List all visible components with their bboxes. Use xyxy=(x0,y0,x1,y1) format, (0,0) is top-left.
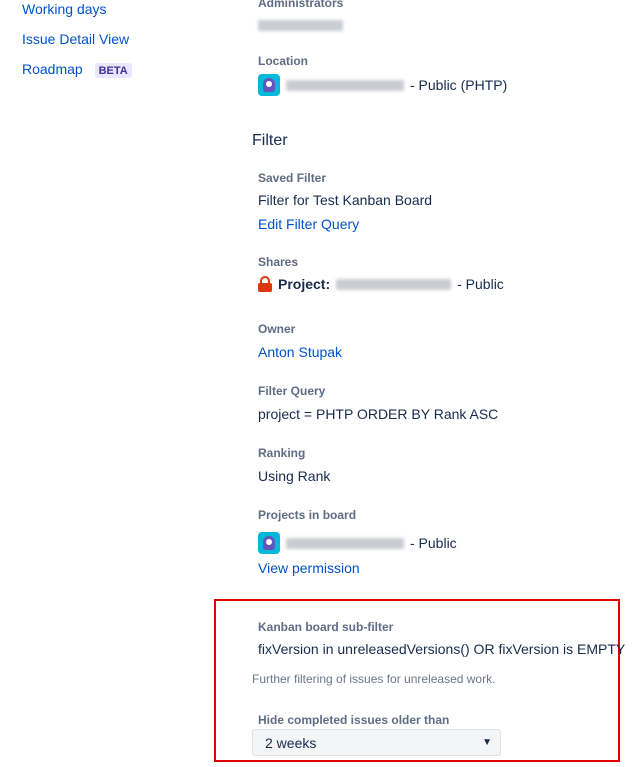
ranking-label: Ranking xyxy=(258,446,306,460)
ranking-value: Using Rank xyxy=(258,468,331,484)
hide-completed-label: Hide completed issues older than xyxy=(258,713,450,727)
filter-section-title: Filter xyxy=(252,132,288,149)
projects-in-board-label: Projects in board xyxy=(258,508,357,522)
shares-project-prefix: Project: xyxy=(278,276,331,292)
sidebar-item-working-days[interactable]: Working days xyxy=(22,1,107,17)
shares-label: Shares xyxy=(258,255,299,269)
kanban-subfilter-label: Kanban board sub-filter xyxy=(258,620,394,634)
hide-completed-select[interactable]: 2 weeks ▼ xyxy=(252,729,501,756)
lock-icon xyxy=(258,276,272,292)
beta-badge: BETA xyxy=(94,62,132,78)
administrators-value xyxy=(258,17,343,35)
sidebar-item-roadmap[interactable]: Roadmap BETA xyxy=(22,61,132,78)
redacted-project-name xyxy=(286,79,404,91)
kanban-subfilter-help: Further filtering of issues for unreleas… xyxy=(252,672,496,686)
view-permission-link[interactable]: View permission xyxy=(258,560,360,576)
filter-query-label: Filter Query xyxy=(258,384,326,398)
owner-label: Owner xyxy=(258,322,296,336)
saved-filter-label: Saved Filter xyxy=(258,171,327,185)
edit-filter-query-link[interactable]: Edit Filter Query xyxy=(258,216,359,232)
location-suffix: - Public (PHTP) xyxy=(410,77,508,93)
location-value: - Public (PHTP) xyxy=(258,74,507,96)
kanban-subfilter-value[interactable]: fixVersion in unreleasedVersions() OR fi… xyxy=(258,641,625,657)
saved-filter-value: Filter for Test Kanban Board xyxy=(258,192,433,208)
redacted-project-name xyxy=(336,278,452,290)
redacted-text xyxy=(258,20,343,32)
hide-completed-selected-value: 2 weeks xyxy=(265,734,317,751)
projects-in-board-value: - Public xyxy=(258,532,457,554)
projects-suffix: - Public xyxy=(410,535,457,551)
location-label: Location xyxy=(258,54,308,68)
sidebar-item-label: Roadmap xyxy=(22,61,83,77)
shares-value: Project: - Public xyxy=(258,276,504,292)
redacted-project-name xyxy=(286,537,404,549)
shares-suffix: - Public xyxy=(457,276,504,292)
sidebar-item-label: Issue Detail View xyxy=(22,31,130,47)
owner-link[interactable]: Anton Stupak xyxy=(258,344,342,360)
chevron-down-icon: ▼ xyxy=(482,737,492,748)
project-avatar-icon xyxy=(258,532,280,554)
sidebar-item-issue-detail-view[interactable]: Issue Detail View xyxy=(22,31,129,47)
sidebar-item-label: Working days xyxy=(22,1,107,17)
filter-query-value: project = PHTP ORDER BY Rank ASC xyxy=(258,406,499,422)
project-avatar-icon xyxy=(258,74,280,96)
administrators-label: Administrators xyxy=(258,0,344,10)
